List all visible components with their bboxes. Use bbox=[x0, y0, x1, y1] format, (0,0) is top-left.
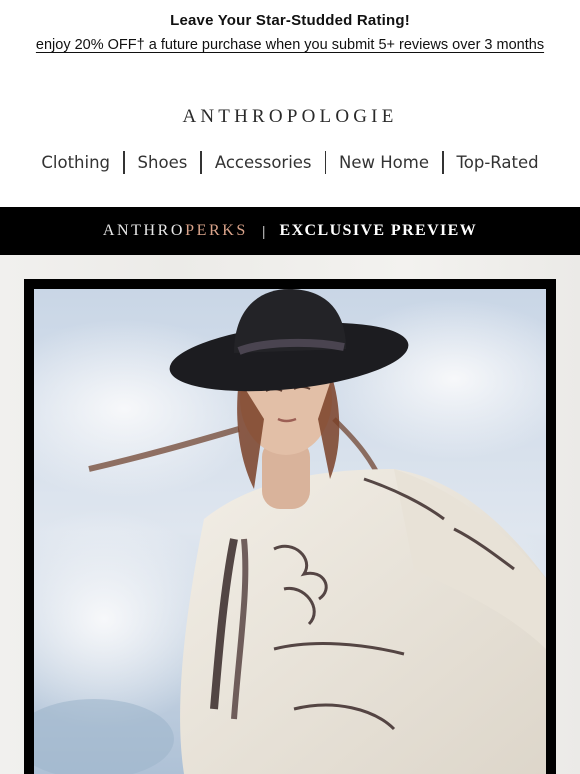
promo-banner: Leave Your Star-Studded Rating! enjoy 20… bbox=[0, 0, 580, 70]
nav-item-new-home[interactable]: New Home bbox=[326, 153, 442, 172]
nav-item-accessories[interactable]: Accessories bbox=[202, 153, 325, 172]
promo-link-text[interactable]: enjoy 20% OFF† a future purchase when yo… bbox=[36, 37, 544, 53]
hero-frame[interactable] bbox=[24, 279, 556, 774]
promo-title: Leave Your Star-Studded Rating! bbox=[170, 12, 410, 29]
brand-logo[interactable]: ANTHROPOLOGIE bbox=[0, 106, 580, 128]
hero-photo[interactable] bbox=[34, 289, 546, 774]
nav-item-clothing[interactable]: Clothing bbox=[28, 153, 123, 172]
perks-anthro-text: ANTHRO bbox=[102, 222, 186, 239]
main-nav: Clothing Shoes Accessories New Home Top-… bbox=[0, 148, 580, 176]
nav-item-shoes[interactable]: Shoes bbox=[125, 153, 201, 172]
anthroperks-banner[interactable]: ANTHRO PERKS | EXCLUSIVE PREVIEW bbox=[0, 207, 580, 255]
promo-reviews-link[interactable]: enjoy 20% OFF† a future purchase when yo… bbox=[0, 37, 580, 53]
photo-model-cowboy-hat-icon bbox=[34, 289, 546, 774]
perks-exclusive-preview: EXCLUSIVE PREVIEW bbox=[279, 222, 478, 239]
perks-separator: | bbox=[261, 223, 266, 239]
nav-item-top-rated[interactable]: Top-Rated bbox=[444, 153, 552, 172]
perks-perks-text: PERKS bbox=[185, 222, 248, 239]
